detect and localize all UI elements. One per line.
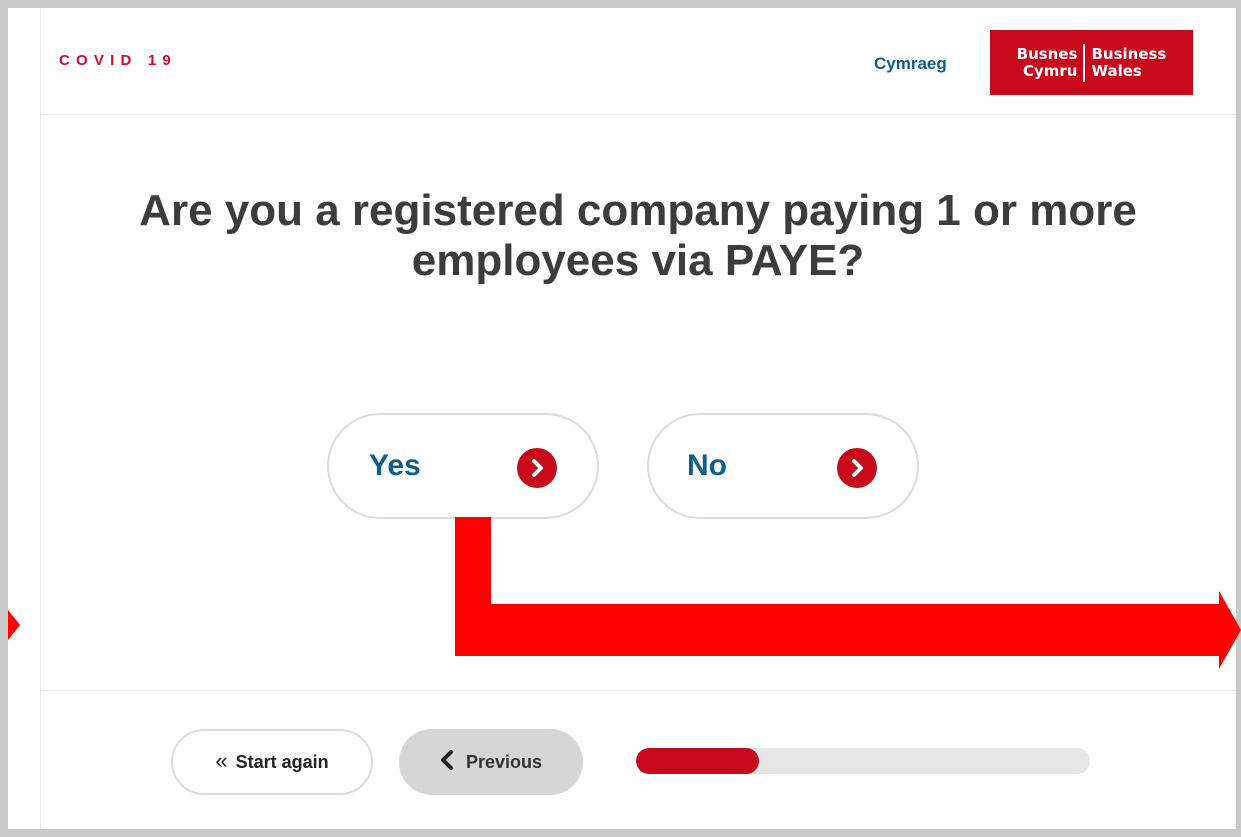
window-frame <box>0 0 1241 837</box>
double-chevron-left-icon: « <box>215 748 228 773</box>
logo-welsh-line1: Busnes <box>1016 44 1078 63</box>
question-heading: Are you a registered company paying 1 or… <box>139 186 1137 285</box>
language-toggle-link[interactable]: Cymraeg <box>874 54 947 74</box>
answer-no-label: No <box>687 449 727 482</box>
chevron-right-circle-icon <box>837 448 877 488</box>
annotation-arrow-head <box>1219 591 1241 669</box>
chevron-left-icon <box>440 749 454 775</box>
annotation-arrow-shaft <box>455 604 1225 656</box>
previous-button[interactable]: Previous <box>399 729 583 795</box>
progress-bar <box>636 748 1090 774</box>
annotation-arrow-left <box>8 610 20 640</box>
logo-welsh-line2: Cymru <box>1022 61 1078 80</box>
answer-yes-button[interactable]: Yes <box>327 413 599 519</box>
logo-english-line1: Business <box>1091 44 1167 63</box>
header-divider <box>40 114 1236 115</box>
chevron-right-circle-icon <box>517 448 557 488</box>
answer-yes-label: Yes <box>369 449 421 482</box>
business-wales-logo[interactable]: Busnes Cymru Business Wales <box>990 30 1193 95</box>
logo-english-line2: Wales <box>1091 61 1142 80</box>
answer-no-button[interactable]: No <box>647 413 919 519</box>
progress-fill <box>636 748 759 774</box>
left-edge-panel <box>8 8 41 829</box>
footer-divider <box>40 690 1236 691</box>
start-again-label: Start again <box>235 751 329 772</box>
section-label: COVID 19 <box>59 52 177 69</box>
previous-label: Previous <box>465 751 543 772</box>
start-again-button[interactable]: « Start again <box>171 729 373 795</box>
